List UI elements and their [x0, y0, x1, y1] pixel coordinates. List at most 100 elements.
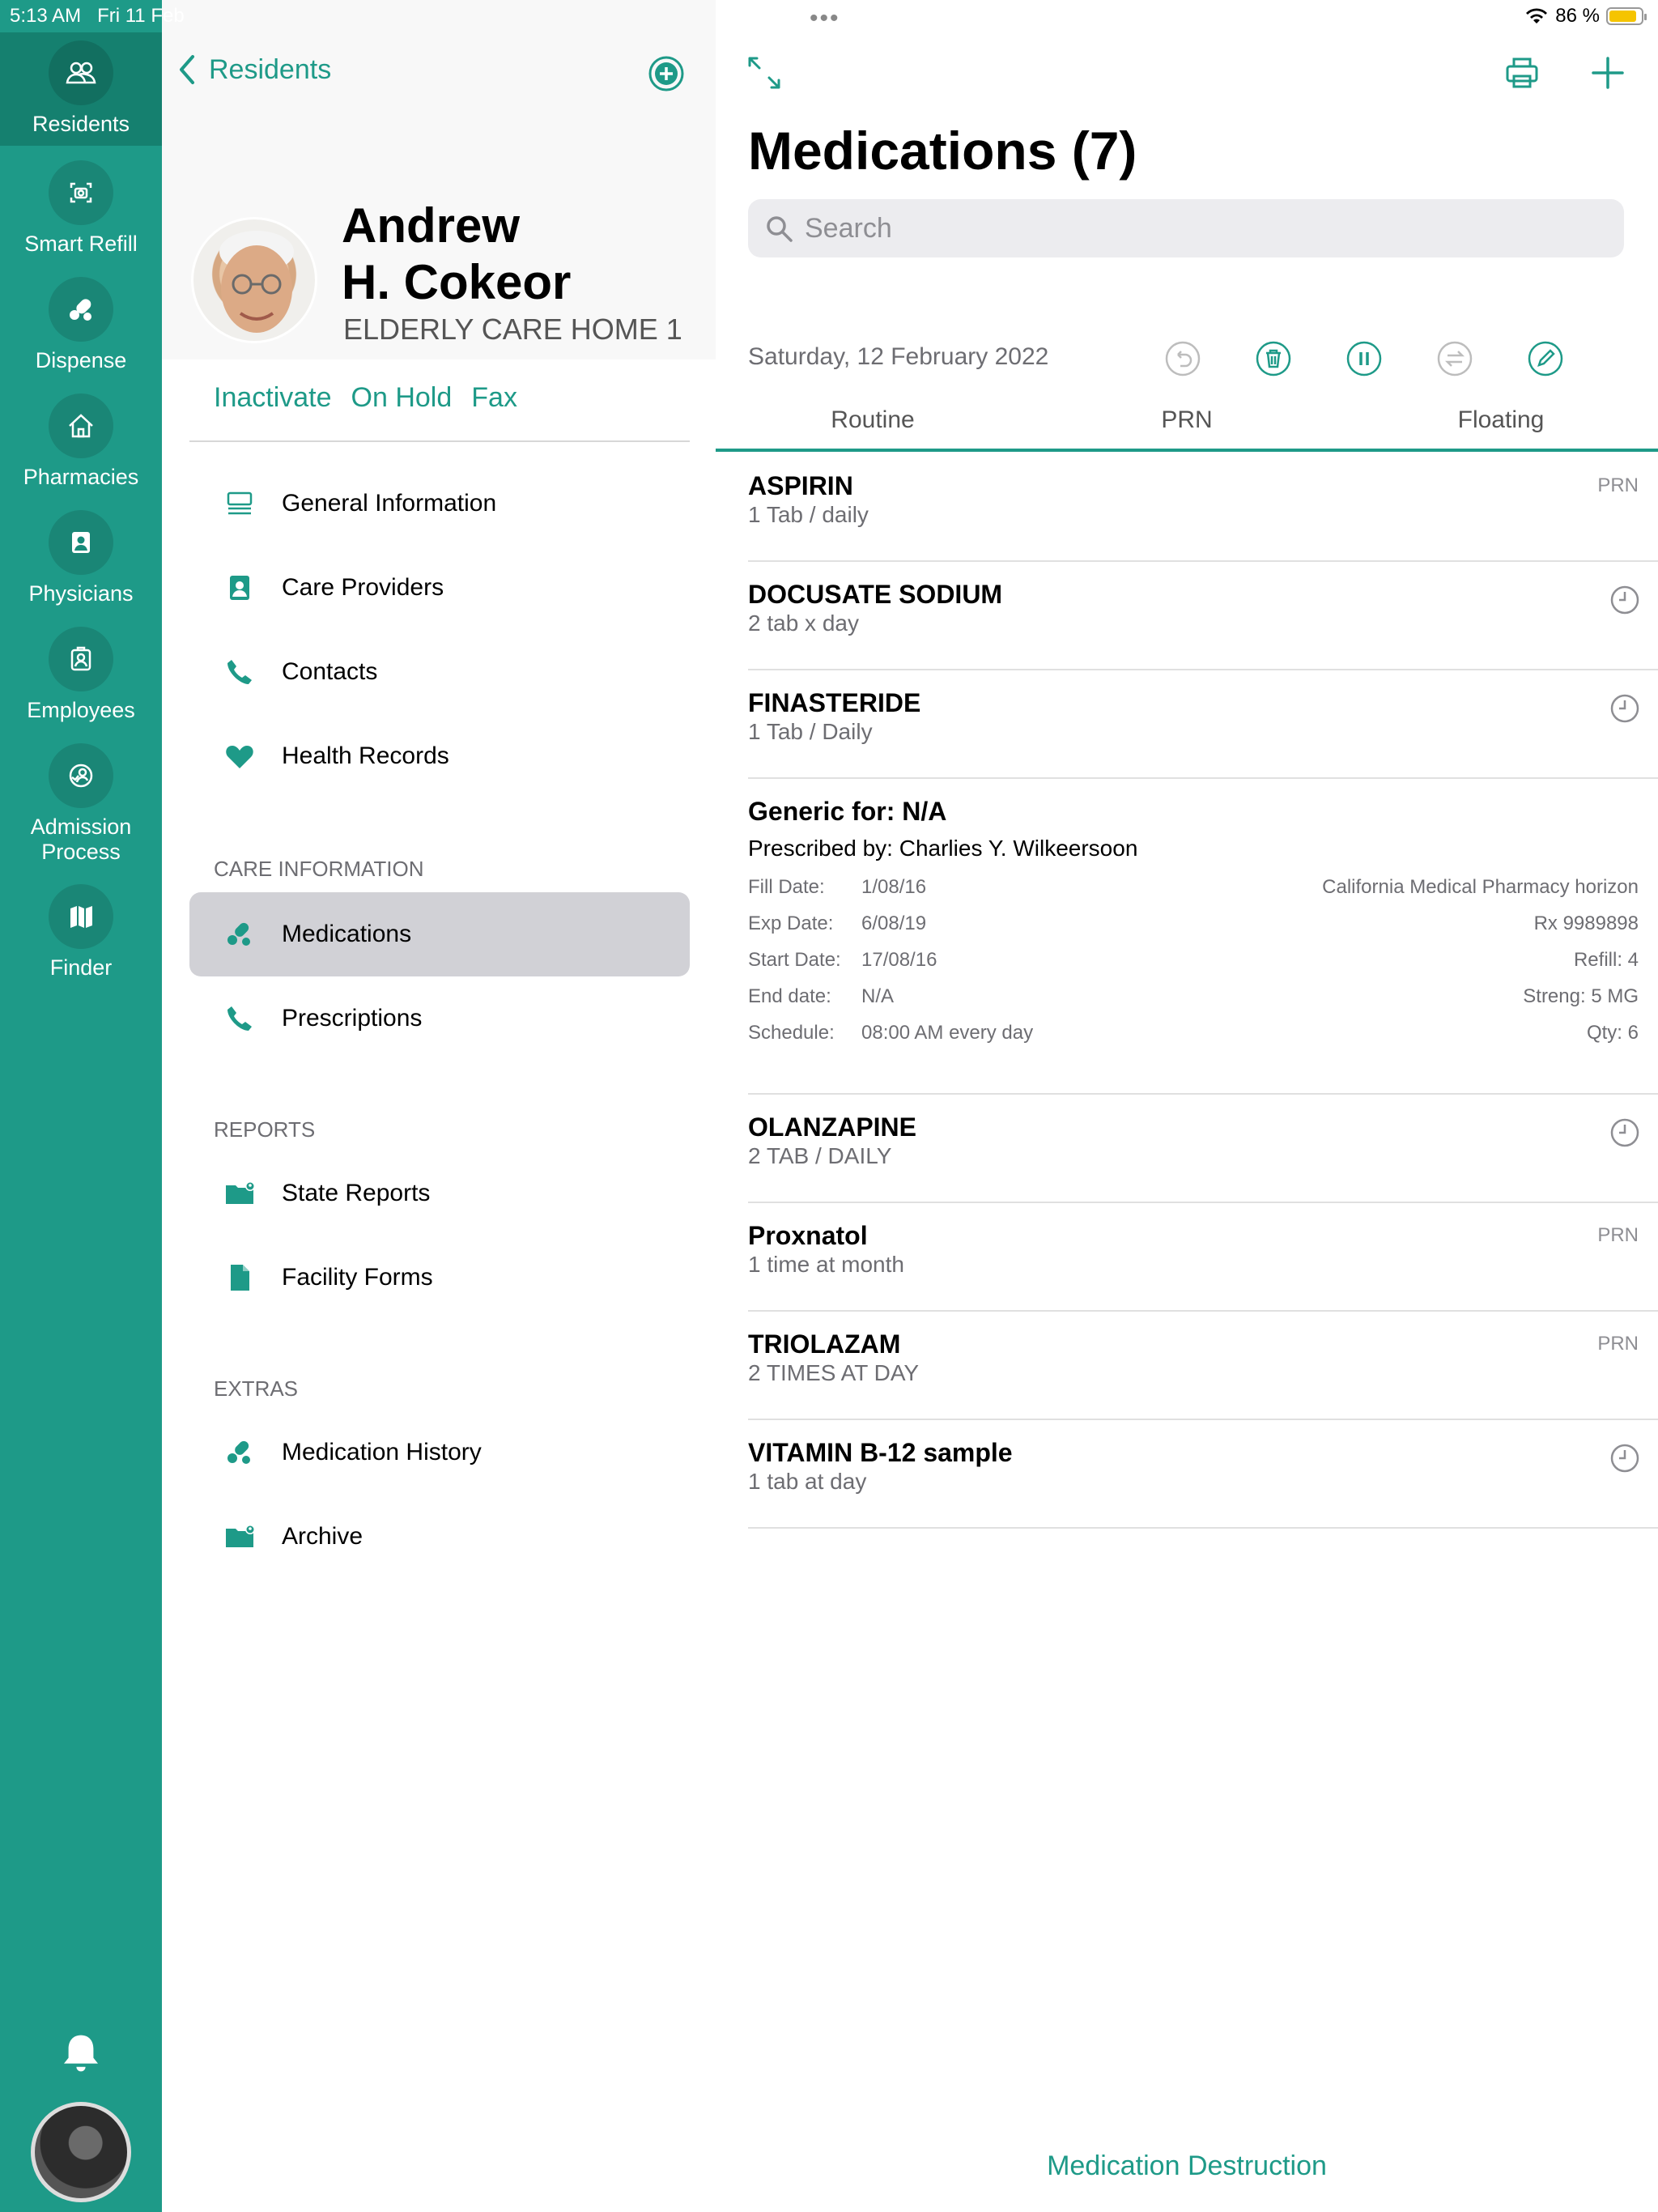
fill-date-label: Fill Date: — [748, 876, 825, 898]
exp-date-label: Exp Date: — [748, 912, 834, 934]
pills-icon — [49, 277, 113, 342]
add-resident-icon[interactable] — [648, 55, 685, 92]
list-icon — [222, 486, 257, 521]
menu-label: State Reports — [282, 1180, 431, 1206]
rail-label: Smart Refill — [24, 232, 138, 256]
on-hold-button[interactable]: On Hold — [351, 382, 453, 414]
swap-icon[interactable] — [1436, 340, 1473, 377]
medication-row[interactable]: DOCUSATE SODIUM 2 tab x day — [748, 562, 1658, 670]
chevron-left-icon — [180, 55, 194, 84]
medication-dose: 1 Tab / daily — [748, 502, 869, 527]
printer-icon[interactable] — [1504, 55, 1540, 91]
menu-label: Archive — [282, 1523, 363, 1550]
clock-icon — [1610, 1118, 1639, 1147]
edit-icon[interactable] — [1527, 340, 1564, 377]
section-reports: REPORTS — [214, 1117, 316, 1142]
medication-row[interactable]: ASPIRIN 1 Tab / daily PRN — [748, 453, 1658, 562]
start-date-label: Start Date: — [748, 949, 841, 971]
phone-icon — [222, 1001, 257, 1036]
schedule: 08:00 AM every day — [861, 1022, 1034, 1044]
quantity: Qty: 6 — [1586, 1022, 1639, 1044]
search-icon — [767, 216, 793, 242]
menu-item-prescriptions[interactable]: Prescriptions — [189, 976, 690, 1061]
trash-icon[interactable] — [1255, 340, 1292, 377]
bell-icon[interactable] — [58, 2031, 104, 2076]
person-badge-icon — [49, 510, 113, 575]
rail-item-admission-process[interactable]: Admission Process — [0, 743, 162, 865]
menu-item-general-information[interactable]: General Information — [189, 462, 690, 546]
folder-person-icon — [222, 1519, 257, 1555]
generic-name: Generic for: N/A — [748, 797, 947, 826]
prescribed-by: Prescribed by: Charlies Y. Wilkeersoon — [748, 836, 1138, 861]
medication-name: TRIOLAZAM — [748, 1329, 901, 1359]
menu-item-health-records[interactable]: Health Records — [189, 714, 690, 798]
medication-destruction-link[interactable]: Medication Destruction — [716, 2150, 1658, 2182]
search-input[interactable] — [805, 212, 1533, 245]
battery-icon — [1606, 7, 1647, 25]
tab-routine[interactable]: Routine — [716, 406, 1030, 434]
resident-facility: ELDERLY CARE HOME 1 — [343, 313, 682, 346]
rail-item-residents[interactable]: Residents — [0, 32, 162, 146]
inactivate-button[interactable]: Inactivate — [214, 382, 332, 414]
expand-icon[interactable] — [746, 55, 782, 91]
search-bar[interactable] — [748, 199, 1624, 257]
menu-item-state-reports[interactable]: State Reports — [189, 1151, 690, 1236]
medication-row[interactable]: OLANZAPINE 2 TAB / DAILY — [748, 1095, 1658, 1203]
rail-item-employees[interactable]: Employees — [0, 627, 162, 723]
pause-icon[interactable] — [1346, 340, 1383, 377]
clock-icon — [1610, 694, 1639, 723]
menu-item-facility-forms[interactable]: Facility Forms — [189, 1236, 690, 1320]
medication-row[interactable]: Proxnatol 1 time at month PRN — [748, 1203, 1658, 1312]
menu-item-contacts[interactable]: Contacts — [189, 630, 690, 714]
resident-header: Residents Andrew H. Cokeor ELDERLY CARE … — [162, 0, 716, 359]
battery-percent: 86 % — [1555, 5, 1600, 27]
fax-button[interactable]: Fax — [471, 382, 517, 414]
resident-first-name: Andrew — [342, 198, 521, 253]
pills-icon — [222, 917, 257, 952]
medication-dose: 1 Tab / Daily — [748, 719, 873, 744]
undo-icon[interactable] — [1164, 340, 1201, 377]
rail-label: Residents — [32, 112, 130, 136]
add-medication-icon[interactable] — [1590, 55, 1626, 91]
user-avatar[interactable] — [31, 2102, 131, 2202]
tab-prn[interactable]: PRN — [1030, 406, 1344, 434]
rail-item-dispense[interactable]: Dispense — [0, 277, 162, 373]
admission-icon — [49, 743, 113, 808]
medication-dose: 1 tab at day — [748, 1469, 867, 1494]
prn-badge: PRN — [1597, 1333, 1639, 1355]
map-icon — [49, 884, 113, 949]
tab-floating[interactable]: Floating — [1344, 406, 1658, 434]
multitask-dots-icon[interactable]: ••• — [810, 5, 840, 32]
back-button[interactable]: Residents — [176, 53, 331, 86]
rail-item-finder[interactable]: Finder — [0, 884, 162, 981]
wifi-icon — [1526, 8, 1548, 23]
resident-actions: Inactivate On Hold Fax — [214, 382, 517, 414]
start-date: 17/08/16 — [861, 949, 937, 971]
clock-icon — [1610, 585, 1639, 615]
menu-label: Medications — [282, 921, 412, 947]
menu-label: Facility Forms — [282, 1264, 433, 1291]
menu-item-care-providers[interactable]: Care Providers — [189, 546, 690, 630]
menu-item-medications[interactable]: Medications — [189, 892, 690, 976]
rail-item-smart-refill[interactable]: Smart Refill — [0, 160, 162, 257]
medication-row[interactable]: FINASTERIDE 1 Tab / Daily — [748, 670, 1658, 779]
menu-item-archive[interactable]: Archive — [189, 1495, 690, 1579]
clock-icon — [1610, 1444, 1639, 1473]
menu-label: General Information — [282, 490, 497, 517]
rail-item-pharmacies[interactable]: Pharmacies — [0, 393, 162, 490]
medication-dose: 2 TAB / DAILY — [748, 1143, 892, 1168]
rail-item-physicians[interactable]: Physicians — [0, 510, 162, 606]
status-right: 86 % — [1524, 5, 1647, 28]
page-title: Medications (7) — [748, 121, 1137, 181]
section-extras: EXTRAS — [214, 1376, 299, 1401]
medication-detail[interactable]: Generic for: N/A Prescribed by: Charlies… — [748, 779, 1658, 1095]
status-bar: 5:13 AM Fri 11 Feb ••• 86 % — [0, 0, 1658, 32]
medication-row[interactable]: VITAMIN B-12 sample 1 tab at day — [748, 1420, 1658, 1529]
medication-row[interactable]: TRIOLAZAM 2 TIMES AT DAY PRN — [748, 1312, 1658, 1420]
section-care-information: CARE INFORMATION — [214, 857, 424, 881]
document-icon — [222, 1260, 257, 1295]
menu-label: Care Providers — [282, 574, 444, 601]
menu-item-medication-history[interactable]: Medication History — [189, 1410, 690, 1495]
schedule-tabs: Routine PRN Floating — [716, 400, 1658, 452]
rx-number: Rx 9989898 — [1533, 912, 1639, 934]
